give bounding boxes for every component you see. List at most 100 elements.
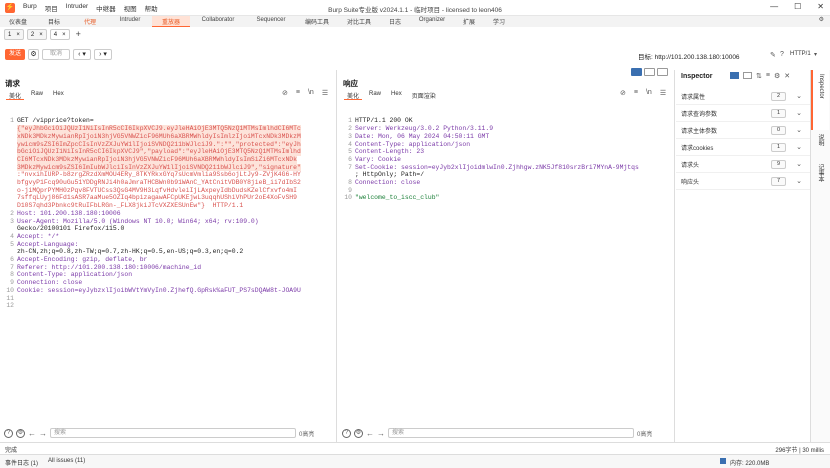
request-search-input[interactable]: 搜索 xyxy=(50,428,296,438)
tab-learn[interactable]: 学习 xyxy=(484,16,514,27)
newline-icon[interactable]: \n xyxy=(646,89,652,97)
tab-comparer[interactable]: 对比工具 xyxy=(338,16,380,27)
chevron-down-icon[interactable]: ⌄ xyxy=(796,160,802,168)
menu-repeater[interactable]: 中继器 xyxy=(96,3,116,13)
sort-icon[interactable]: ⇅ xyxy=(756,72,762,80)
tab-intruder[interactable]: Intruder xyxy=(108,16,152,27)
line-number: 5 xyxy=(348,148,352,156)
tab-hex[interactable]: Hex xyxy=(388,91,405,100)
settings-gear-icon[interactable]: ⚙ xyxy=(16,428,25,438)
tab-collaborator[interactable]: Collaborator xyxy=(190,16,246,27)
inspector-cookies[interactable]: 请求cookies 1 ⌄ xyxy=(676,139,810,156)
tab-target[interactable]: 目标 xyxy=(36,16,72,27)
tab-decoder[interactable]: 编码工具 xyxy=(296,16,338,27)
help-icon[interactable]: ? xyxy=(4,428,13,438)
send-button[interactable]: 发送 xyxy=(5,48,25,60)
tab-organizer[interactable]: Organizer xyxy=(410,16,454,27)
menu-help[interactable]: 帮助 xyxy=(145,3,158,13)
tab-sequencer[interactable]: Sequencer xyxy=(246,16,296,27)
inspector-body-params[interactable]: 请求主体参数 0 ⌄ xyxy=(676,122,810,139)
inspector-layout-icon[interactable] xyxy=(730,72,739,79)
tab-repeater[interactable]: 重放器 xyxy=(152,16,190,27)
prev-arrow-icon[interactable]: ← xyxy=(366,429,374,438)
all-issues-link[interactable]: All issues (11) xyxy=(48,458,85,464)
layout-split-icon[interactable] xyxy=(631,68,642,76)
inspector-request-headers[interactable]: 请求头 9 ⌄ xyxy=(676,156,810,173)
request-editor[interactable]: 1 GET /vipprice?token= {"eyJhbGciOiJQUzI1N… xyxy=(2,102,336,410)
tab-logger[interactable]: 日志 xyxy=(380,16,410,27)
inspector-request-attributes[interactable]: 请求属性 2 ⌄ xyxy=(676,88,810,105)
tab-pretty[interactable]: 美化 xyxy=(6,91,25,100)
repeater-tab-1[interactable]: 1 × xyxy=(4,29,24,40)
filter-icon[interactable]: ≡ xyxy=(766,72,770,80)
settings-gear-icon[interactable]: ⚙ xyxy=(514,16,830,27)
tab-raw[interactable]: Raw xyxy=(28,91,46,100)
target-url[interactable]: 目标: http://101.200.138.180:10006 xyxy=(638,51,740,61)
next-arrow-icon[interactable]: → xyxy=(377,429,385,438)
tab-hex[interactable]: Hex xyxy=(50,91,67,100)
chevron-down-icon[interactable]: ⌄ xyxy=(796,143,802,151)
line-number: 2 xyxy=(10,209,14,217)
http-version-selector[interactable]: HTTP/1 xyxy=(790,51,811,57)
newline-icon[interactable]: \n xyxy=(308,89,314,97)
tab-raw[interactable]: Raw xyxy=(366,91,384,100)
menu-icon[interactable]: ☰ xyxy=(660,89,666,97)
chevron-down-icon[interactable]: ⌄ xyxy=(796,177,802,185)
tab-dashboard[interactable]: 仪表盘 xyxy=(0,16,36,27)
prev-arrow-icon[interactable]: ← xyxy=(28,429,36,438)
cancel-button[interactable]: 取消 xyxy=(42,48,70,60)
repeater-tab-4[interactable]: 4 × xyxy=(49,29,70,40)
chevron-down-icon[interactable]: ⌄ xyxy=(796,126,802,134)
menu-view[interactable]: 视图 xyxy=(124,3,137,13)
section-count: 7 xyxy=(771,177,786,186)
maximize-icon[interactable]: ☐ xyxy=(794,2,801,11)
inspector-response-headers[interactable]: 响应头 7 ⌄ xyxy=(676,173,810,190)
close-icon[interactable]: × xyxy=(62,32,66,38)
edit-target-icon[interactable]: ✎ xyxy=(770,51,776,59)
wrap-icon[interactable]: ≡ xyxy=(296,89,300,97)
layout-horizontal-icon[interactable] xyxy=(644,68,655,76)
chevron-down-icon[interactable]: ⌄ xyxy=(796,109,802,117)
settings-gear-icon[interactable]: ⚙ xyxy=(354,428,363,438)
hide-icon[interactable]: ⊘ xyxy=(282,89,288,97)
editor-line: xNDk3MDkzMywianRpIjoiN3hjVG5VNWZicF96MUh… xyxy=(2,132,336,141)
response-editor[interactable]: 1 HTTP/1.1 200 OK 2 Server: Werkzeug/3.0.2 … xyxy=(340,102,674,410)
help-icon[interactable]: ? xyxy=(342,428,351,438)
line-text: GET /vipprice?token= xyxy=(17,117,94,125)
send-options-gear-icon[interactable]: ⚙ xyxy=(28,48,39,60)
next-arrow-icon[interactable]: → xyxy=(39,429,47,438)
response-search-input[interactable]: 搜索 xyxy=(388,428,634,438)
line-text: xNDk3MDkzMywianRpIjoiN3hjVG5VNWZicF96MUh… xyxy=(17,132,301,141)
menu-burp[interactable]: Burp xyxy=(23,3,37,13)
chevron-down-icon[interactable]: ▾ xyxy=(814,51,817,58)
event-log-link[interactable]: 事件日志 (1) xyxy=(5,458,38,467)
hide-icon[interactable]: ⊘ xyxy=(620,89,626,97)
side-tab-notes[interactable]: 说明 xyxy=(811,130,830,160)
side-tab-inspector[interactable]: Inspector xyxy=(811,70,829,130)
line-number: 9 xyxy=(10,279,14,287)
inspector-layout-alt-icon[interactable] xyxy=(743,72,752,79)
back-button[interactable]: ‹ ▾ xyxy=(73,48,91,60)
help-icon[interactable]: ? xyxy=(780,51,784,58)
close-icon[interactable]: × xyxy=(16,32,20,38)
wrap-icon[interactable]: ≡ xyxy=(634,89,638,97)
menu-project[interactable]: 项目 xyxy=(45,3,58,13)
inspector-query-params[interactable]: 请求查询参数 1 ⌄ xyxy=(676,105,810,122)
layout-tabs-icon[interactable] xyxy=(657,68,668,76)
chevron-down-icon[interactable]: ⌄ xyxy=(796,92,802,100)
menu-icon[interactable]: ☰ xyxy=(322,89,328,97)
settings-gear-icon[interactable]: ⚙ xyxy=(774,72,780,80)
close-icon[interactable]: ✕ xyxy=(784,72,790,80)
tab-proxy[interactable]: 代理 xyxy=(72,16,108,27)
add-tab-button[interactable]: + xyxy=(73,29,81,41)
tab-render[interactable]: 页面渲染 xyxy=(409,91,439,100)
tab-extensions[interactable]: 扩展 xyxy=(454,16,484,27)
close-icon[interactable]: × xyxy=(39,32,43,38)
close-icon[interactable]: ✕ xyxy=(817,2,824,11)
minimize-icon[interactable]: — xyxy=(770,2,778,11)
menu-intruder[interactable]: Intruder xyxy=(66,3,88,13)
forward-button[interactable]: › ▾ xyxy=(94,48,112,60)
side-tab-notepad[interactable]: 记事本 xyxy=(811,160,830,196)
repeater-tab-2[interactable]: 2 × xyxy=(26,29,47,40)
tab-pretty[interactable]: 美化 xyxy=(344,91,363,100)
